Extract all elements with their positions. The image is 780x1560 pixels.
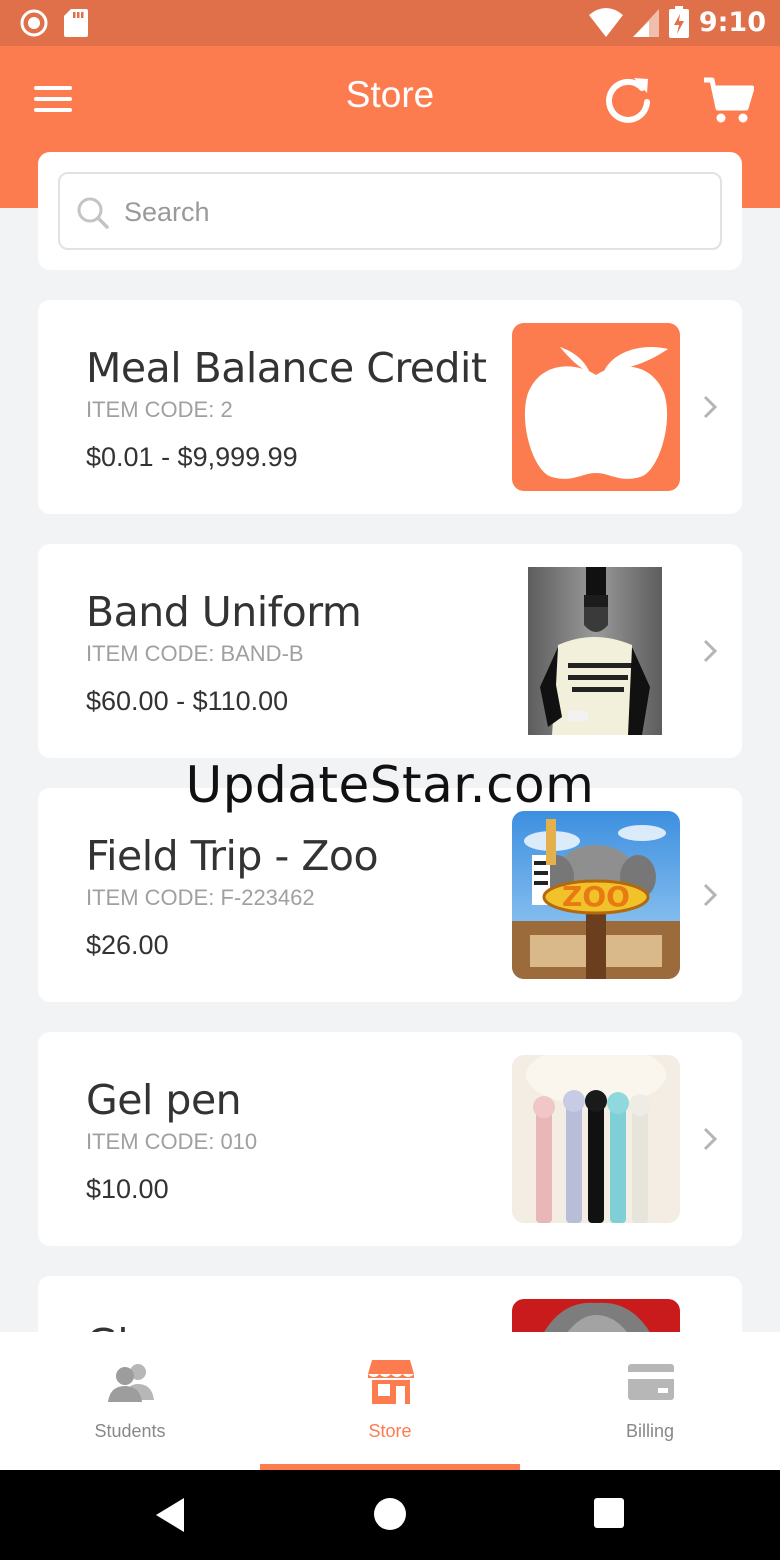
billing-icon <box>628 1364 674 1400</box>
bottom-nav: Students Store Billing <box>0 1332 780 1470</box>
search-card <box>38 152 742 270</box>
search-input[interactable] <box>124 188 704 236</box>
chevron-right-icon <box>703 395 718 419</box>
search-icon <box>77 197 109 229</box>
product-name: Gel pen <box>86 1076 242 1124</box>
product-price: $10.00 <box>86 1174 169 1204</box>
search-box[interactable] <box>58 172 722 250</box>
product-name: Band Uniform <box>86 588 362 636</box>
tab-students-label: Students <box>94 1421 166 1441</box>
chevron-right-icon <box>703 639 718 663</box>
product-price: $60.00 - $110.00 <box>86 686 289 716</box>
wifi-icon <box>588 8 623 37</box>
back-icon[interactable] <box>156 1498 186 1532</box>
product-card[interactable]: Field Trip - Zoo ITEM CODE: F-223462 $26… <box>38 788 742 1002</box>
zoo-image: ZOO <box>512 811 680 979</box>
system-nav-bar <box>0 1470 780 1560</box>
page-title: Store <box>345 74 435 115</box>
tab-students[interactable]: Students <box>0 1332 260 1470</box>
status-bar: 9:10 <box>0 0 780 46</box>
product-card[interactable]: Gel pen ITEM CODE: 010 $10.00 <box>38 1032 742 1246</box>
signal-icon <box>632 9 659 37</box>
product-code: ITEM CODE: BAND-B <box>86 641 304 666</box>
tab-store-label: Store <box>368 1421 412 1441</box>
notification-dot-icon <box>20 9 48 37</box>
status-time: 9:10 <box>698 6 766 38</box>
students-icon <box>108 1364 154 1402</box>
store-icon <box>368 1360 414 1404</box>
cart-icon[interactable] <box>702 74 754 126</box>
chevron-right-icon <box>703 1127 718 1151</box>
band-uniform-image <box>528 567 662 735</box>
product-price: $0.01 - $9,999.99 <box>86 442 298 472</box>
battery-icon <box>668 6 689 38</box>
product-price: $26.00 <box>86 930 169 960</box>
product-code: ITEM CODE: 2 <box>86 397 233 422</box>
apple-logo-image <box>512 323 680 491</box>
gel-pens-image <box>512 1055 680 1223</box>
product-card[interactable]: Band Uniform ITEM CODE: BAND-B $60.00 - … <box>38 544 742 758</box>
sd-card-icon <box>64 9 88 37</box>
product-name: Meal Balance Credit <box>86 344 487 392</box>
product-code: ITEM CODE: F-223462 <box>86 885 315 910</box>
product-card[interactable]: Meal Balance Credit ITEM CODE: 2 $0.01 -… <box>38 300 742 514</box>
product-name: Field Trip - Zoo <box>86 832 379 880</box>
tab-store[interactable]: Store <box>260 1332 520 1470</box>
product-code: ITEM CODE: 010 <box>86 1129 258 1154</box>
tab-billing-label: Billing <box>625 1421 675 1441</box>
recents-icon[interactable] <box>594 1498 624 1528</box>
tab-billing[interactable]: Billing <box>520 1332 780 1470</box>
home-icon[interactable] <box>374 1498 406 1530</box>
svg-text:ZOO: ZOO <box>562 880 630 913</box>
chevron-right-icon <box>703 883 718 907</box>
refresh-icon[interactable] <box>602 74 654 126</box>
